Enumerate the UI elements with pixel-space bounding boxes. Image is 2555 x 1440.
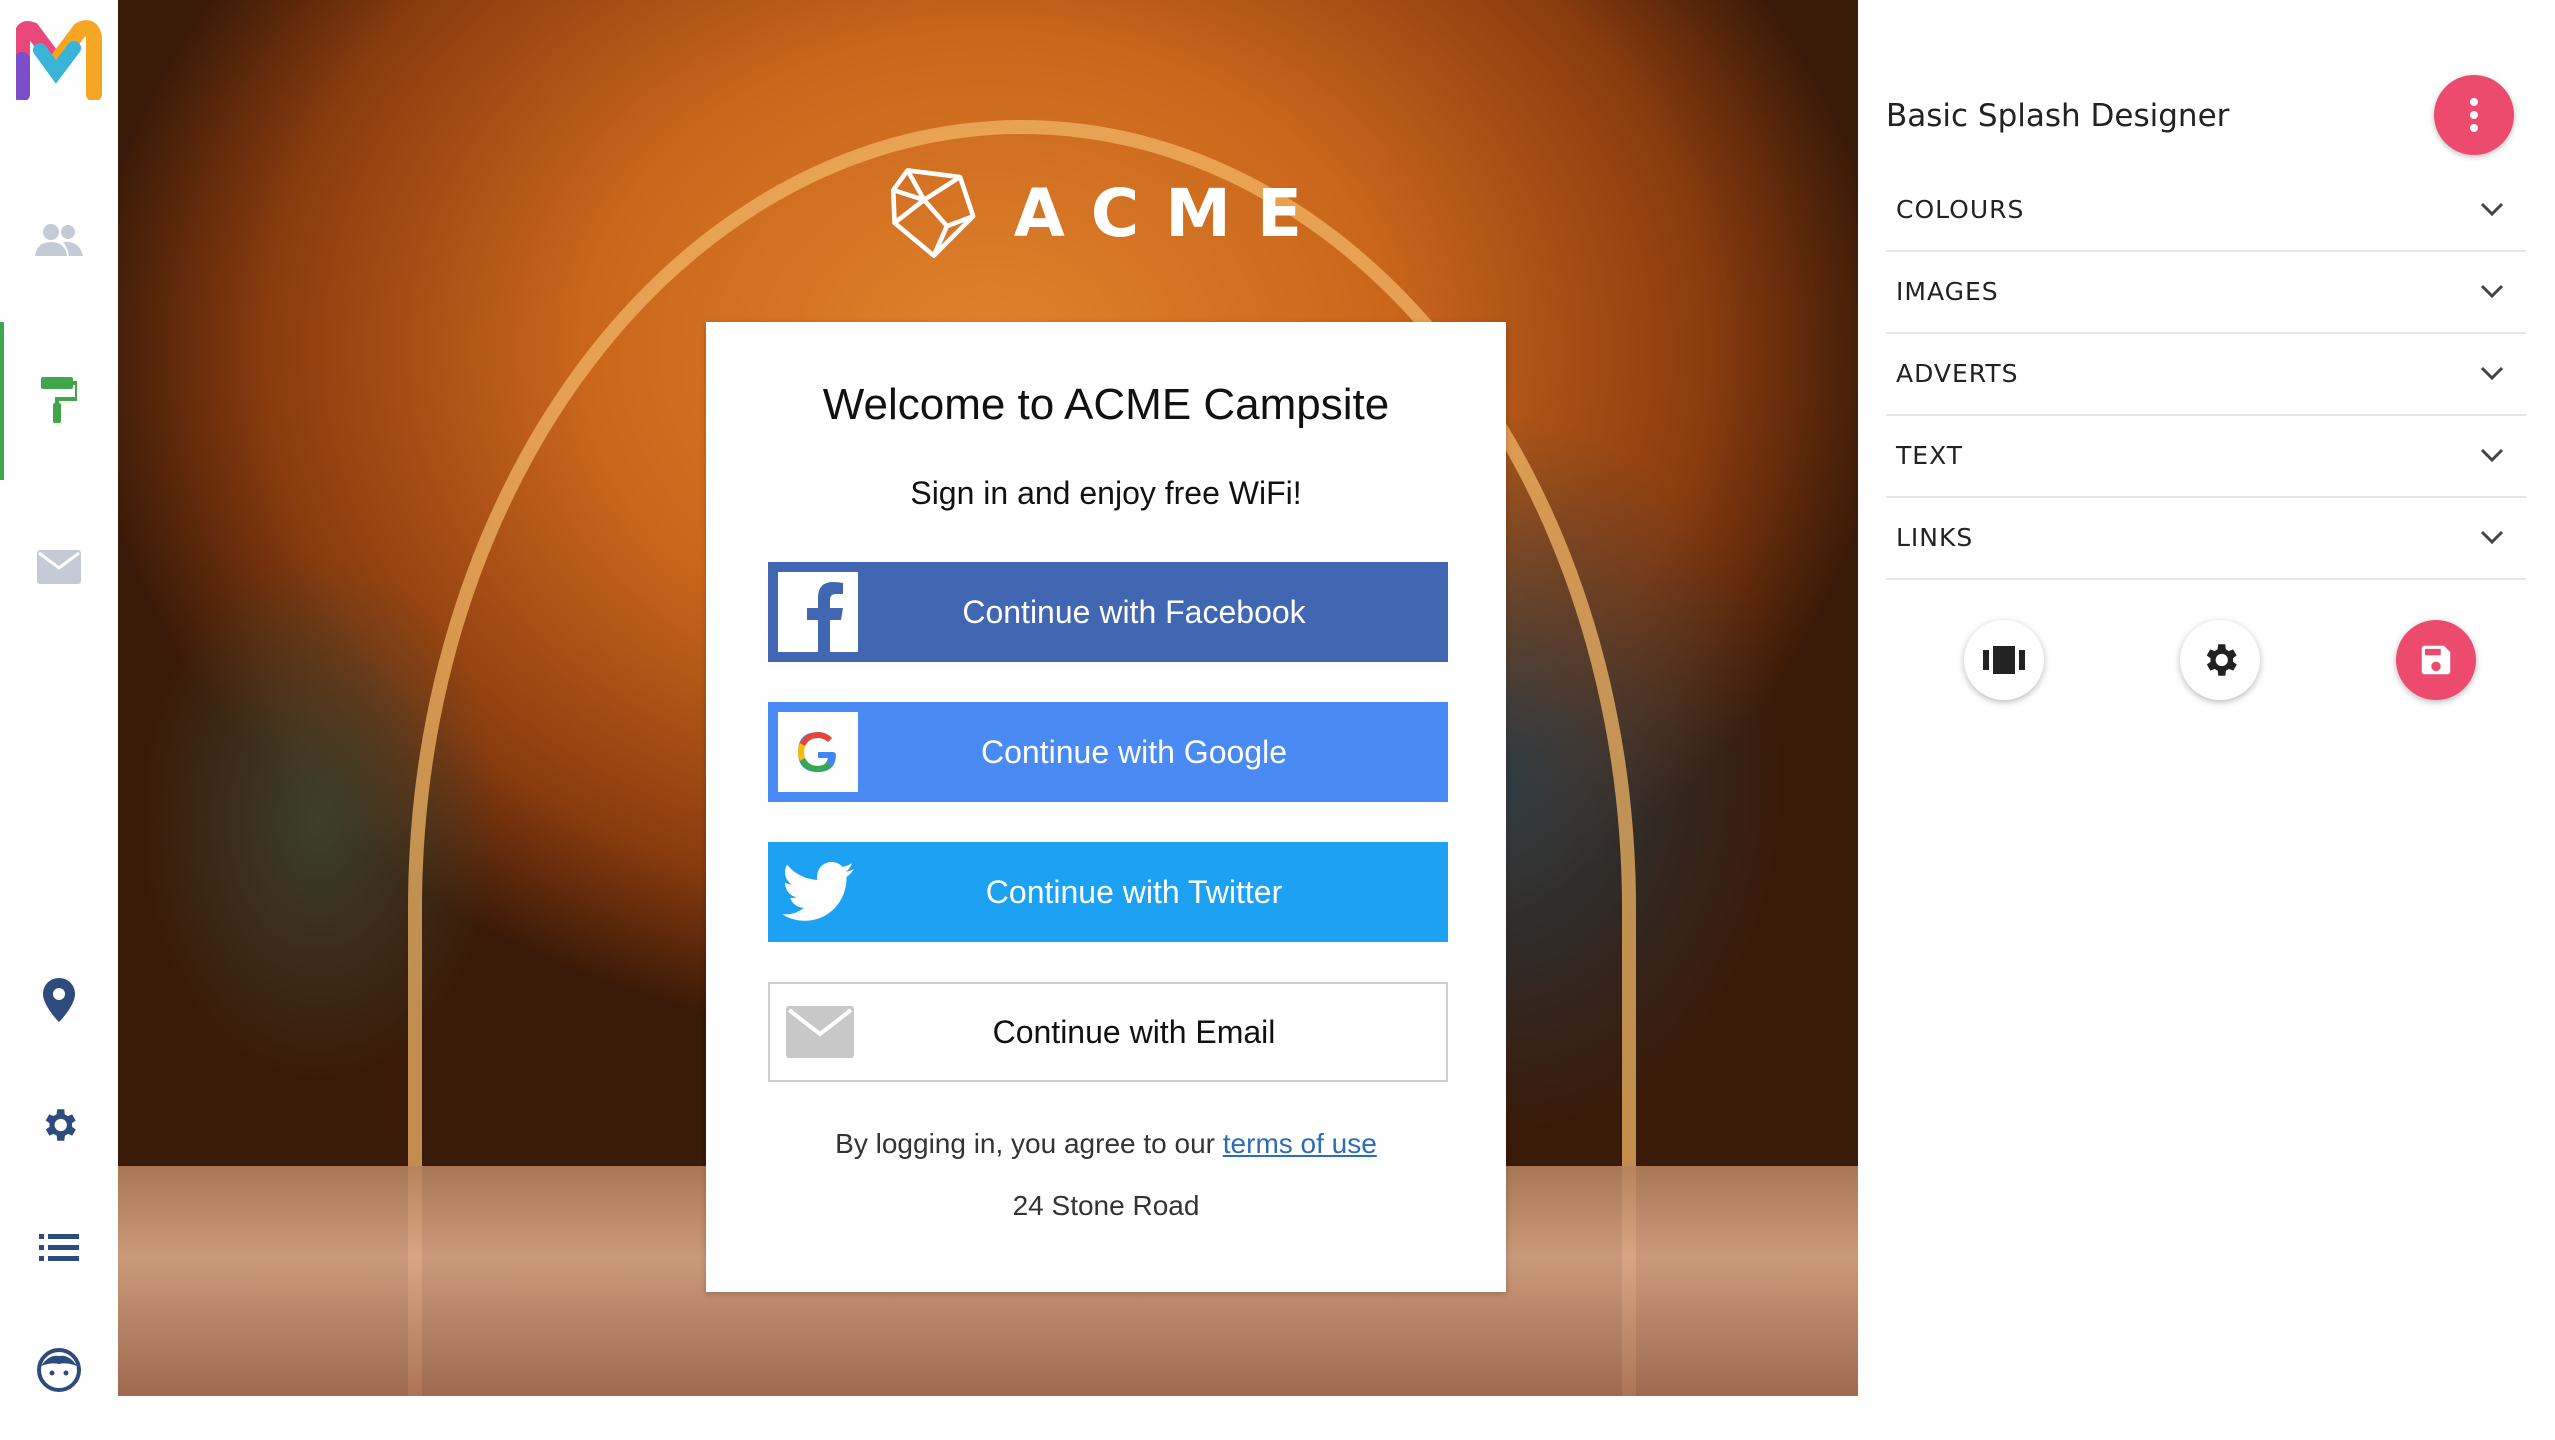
address-text: 24 Stone Road (1012, 1190, 1200, 1221)
terms-link[interactable]: terms of use (1223, 1128, 1377, 1159)
twitter-button-label: Continue with Twitter (985, 873, 1283, 910)
login-card: Welcome to ACME Campsite Sign in and enj… (706, 322, 1506, 1292)
more-vert-icon (2470, 98, 2478, 132)
section-label: TEXT (1896, 440, 1964, 470)
save-icon (2421, 645, 2451, 675)
brand-logo: ACME (888, 138, 1328, 288)
facebook-icon (776, 570, 860, 654)
card-title: Welcome to ACME Campsite (822, 380, 1390, 429)
section-adverts[interactable]: ADVERTS (1886, 332, 2526, 416)
email-login-button[interactable]: Continue with Email (768, 982, 1448, 1082)
mail-icon (37, 550, 81, 584)
list-icon (39, 1234, 79, 1261)
save-button[interactable] (2396, 620, 2476, 700)
facebook-login-button[interactable]: Continue with Facebook (768, 562, 1448, 662)
face-icon (37, 1348, 81, 1392)
gear-icon (45, 1109, 76, 1141)
section-links[interactable]: LINKS (1886, 496, 2526, 580)
section-images[interactable]: IMAGES (1886, 250, 2526, 334)
twitter-login-button[interactable]: Continue with Twitter (768, 842, 1448, 942)
app-logo[interactable] (14, 20, 102, 102)
chevron-down-icon (2472, 189, 2512, 229)
settings-button[interactable] (2180, 620, 2260, 700)
nav-profile[interactable] (0, 1300, 118, 1440)
section-colours[interactable]: COLOURS (1886, 168, 2526, 252)
location-pin-icon (43, 978, 75, 1022)
nav-locations[interactable] (0, 930, 118, 1070)
nav-list[interactable] (0, 1178, 118, 1318)
google-icon (776, 710, 860, 794)
card-subtitle: Sign in and enjoy free WiFi! (910, 475, 1302, 511)
splash-preview: ACME Welcome to ACME Campsite Sign in an… (118, 0, 1858, 1396)
panel-title: Basic Splash Designer (1886, 98, 2230, 134)
terms-text: By logging in, you agree to our terms of… (706, 1128, 1506, 1160)
chevron-down-icon (2472, 435, 2512, 475)
users-icon (35, 224, 83, 256)
section-label: ADVERTS (1896, 358, 2019, 388)
chevron-down-icon (2472, 517, 2512, 557)
more-options-button[interactable] (2434, 75, 2514, 155)
google-button-label: Continue with Google (981, 733, 1287, 770)
paint-roller-icon (41, 377, 77, 423)
nav-mail[interactable] (0, 497, 118, 637)
nav-users[interactable] (0, 170, 118, 310)
chevron-down-icon (2472, 353, 2512, 393)
acme-logo-icon (890, 168, 976, 258)
chevron-down-icon (2472, 271, 2512, 311)
mail-icon (778, 990, 862, 1074)
carousel-button[interactable] (1964, 620, 2044, 700)
twitter-icon (776, 850, 860, 934)
carousel-icon (1983, 646, 2025, 674)
google-login-button[interactable]: Continue with Google (768, 702, 1448, 802)
section-label: COLOURS (1896, 194, 2025, 224)
nav-designer[interactable] (0, 330, 118, 470)
side-nav (0, 0, 118, 1396)
email-button-label: Continue with Email (992, 1013, 1276, 1050)
brand-name: ACME (1013, 174, 1328, 252)
section-text[interactable]: TEXT (1886, 414, 2526, 498)
designer-panel: Basic Splash Designer COLOURS IMAGES ADV… (1858, 0, 2555, 1396)
gear-icon (2206, 644, 2237, 676)
section-label: LINKS (1896, 522, 1974, 552)
section-label: IMAGES (1896, 276, 1999, 306)
facebook-button-label: Continue with Facebook (962, 593, 1306, 630)
nav-settings[interactable] (0, 1055, 118, 1195)
terms-prefix: By logging in, you agree to our (835, 1128, 1215, 1159)
